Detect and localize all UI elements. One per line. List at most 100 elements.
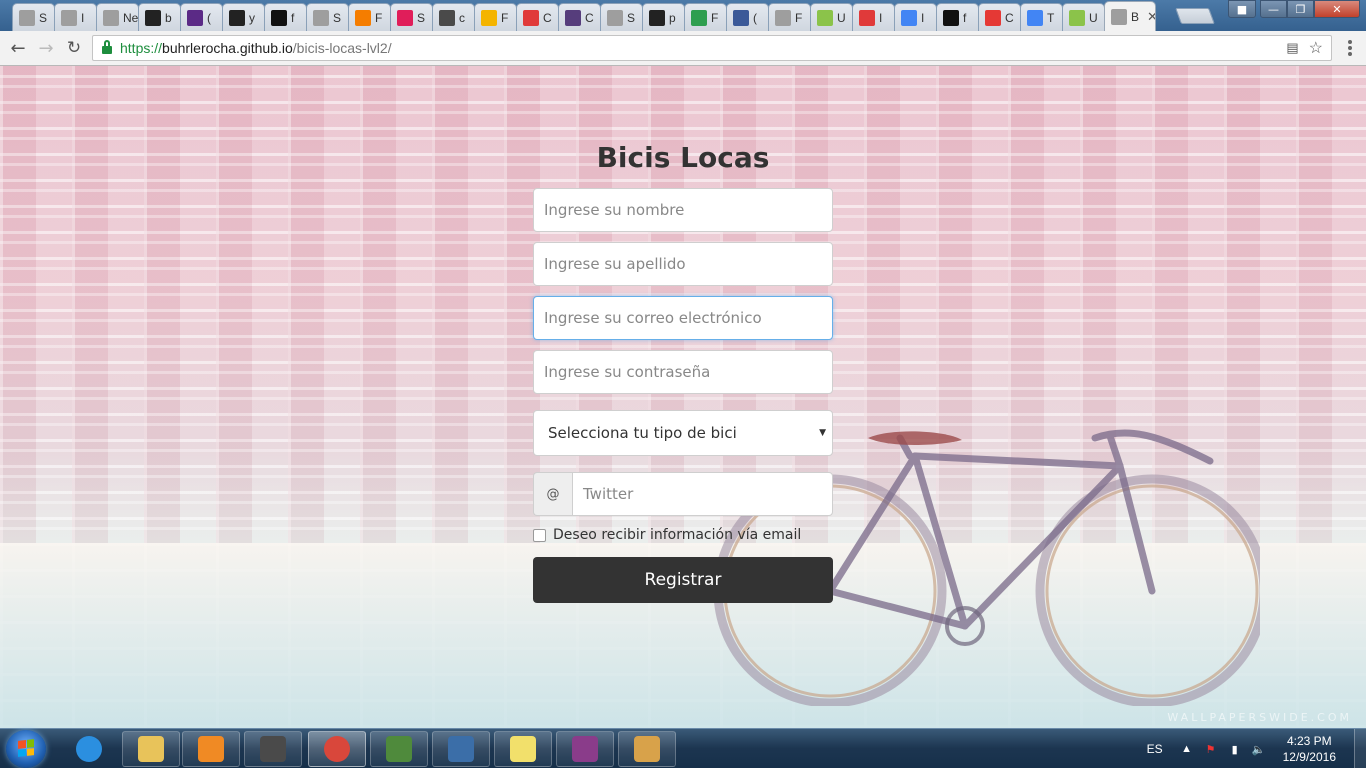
tab-title: C [543,10,552,25]
translate-icon[interactable]: ▤ [1286,40,1298,56]
start-button[interactable] [6,730,46,768]
clock[interactable]: 4:23 PM 12/9/2016 [1283,733,1336,765]
browser-tab[interactable]: ( [726,3,769,31]
browser-tab[interactable]: S [390,3,433,31]
taskbar-app-button[interactable] [556,731,614,767]
wallpaper-watermark: WALLPAPERSWIDE.COM [1167,711,1352,724]
browser-tab[interactable]: F [474,3,517,31]
browser-tab[interactable]: T [1020,3,1063,31]
browser-tab-strip: SINewb(yfSFScFCCSpF(FUIIfCTUB✕ ■ — ❐ ✕ [0,0,1366,31]
browser-tab[interactable]: S [600,3,643,31]
github-icon [649,9,665,26]
browser-tab[interactable]: New [96,3,139,31]
browser-tab[interactable]: S [12,3,55,31]
browser-tab[interactable]: C [558,3,601,31]
browser-tab[interactable]: b [138,3,181,31]
tab-title: y [249,10,255,25]
browser-tab[interactable]: F [684,3,727,31]
tab-title: S [333,10,342,25]
star-bookmark-icon[interactable]: ☆ [1309,38,1323,58]
facebook-icon [733,9,749,26]
flag-icon [943,9,959,26]
chrome-menu-icon[interactable] [1342,38,1358,58]
email-optin-checkbox[interactable] [533,528,546,542]
email-input[interactable]: Ingrese su correo electrónico [533,296,833,340]
language-indicator[interactable]: ES [1147,742,1163,756]
translate-icon [1027,9,1043,26]
browser-tab[interactable]: U [810,3,853,31]
browser-tab[interactable]: U [1062,3,1105,31]
registration-form: Bicis Locas Ingrese su nombre Ingrese su… [533,138,833,603]
show-desktop-button[interactable] [1354,729,1366,768]
browser-tab[interactable]: f [936,3,979,31]
name-input[interactable]: Ingrese su nombre [533,188,833,232]
power-icon[interactable]: ▮ [1227,742,1243,756]
git-gui-icon [448,736,474,762]
taskbar-app-button[interactable] [370,731,428,767]
browser-tab[interactable]: C [516,3,559,31]
tab-title: S [627,10,636,25]
email-optin-label[interactable]: Deseo recibir información vía email [553,527,801,543]
taskbar-app-button[interactable] [432,731,490,767]
lastname-input[interactable]: Ingrese su apellido [533,242,833,286]
tab-title: f [291,10,295,25]
address-bar[interactable]: https://buhrlerocha.github.io/bicis-loca… [92,35,1332,61]
taskbar-app-button[interactable] [308,731,366,767]
user-profile-icon[interactable]: ■ [1228,0,1256,18]
new-tab-button[interactable] [1175,8,1215,24]
browser-tab[interactable]: I [894,3,937,31]
e-icon [817,9,833,26]
windows-logo-icon [18,739,34,757]
tab-title: F [375,10,383,25]
volume-icon[interactable]: 🔈 [1251,742,1267,756]
taskbar-app-button[interactable] [494,731,552,767]
browser-tab[interactable]: F [768,3,811,31]
tab-title: ( [753,10,757,25]
close-window-button[interactable]: ✕ [1314,0,1360,18]
back-arrow-icon[interactable]: ← [6,37,30,59]
browser-tab[interactable]: ( [180,3,223,31]
taskbar-app-button[interactable] [244,731,302,767]
tab-close-icon[interactable]: ✕ [1147,9,1155,25]
browser-tab[interactable]: C [978,3,1021,31]
browser-tab[interactable]: B✕ [1104,1,1156,31]
action-center-flag-icon[interactable]: ⚑ [1203,742,1219,756]
twitter-input[interactable]: Twitter [572,472,833,516]
tab-title: S [417,10,426,25]
tab-title: I [879,10,883,25]
bike-type-select[interactable]: Selecciona tu tipo de bici ▼ [533,410,833,456]
browser-tab[interactable]: S [306,3,349,31]
bootstrap-icon [565,9,581,26]
browser-tab[interactable]: I [852,3,895,31]
browser-tab[interactable]: F [348,3,391,31]
taskbar-app-button[interactable] [618,731,676,767]
page-icon [775,9,791,26]
maximize-button[interactable]: ❐ [1287,0,1314,18]
tab-title: I [921,10,925,25]
browser-tab[interactable]: y [222,3,265,31]
browser-tab[interactable]: p [642,3,685,31]
media-player-icon [198,736,224,762]
email-optin-row: Deseo recibir información vía email [533,526,833,544]
git-icon [386,736,412,762]
clock-time: 4:23 PM [1286,734,1332,748]
minimize-button[interactable]: — [1260,0,1287,18]
sublime-text-icon [260,736,286,762]
register-button[interactable]: Registrar [533,557,833,603]
forward-arrow-icon[interactable]: → [34,37,58,59]
taskbar-app-button[interactable] [122,731,180,767]
chevron-down-icon: ▼ [819,428,826,438]
tab-title: C [585,10,594,25]
browser-tab[interactable]: f [264,3,307,31]
password-input[interactable]: Ingrese su contraseña [533,350,833,394]
taskbar-app-button[interactable] [60,731,118,767]
note-icon [481,9,497,26]
browser-tab[interactable]: c [432,3,475,31]
flag-icon [271,9,287,26]
browser-tab[interactable]: I [54,3,97,31]
m-icon [523,9,539,26]
reload-icon[interactable]: ↻ [62,37,86,59]
tab-title: p [669,10,676,25]
show-hidden-icons-icon[interactable]: ▲ [1179,742,1195,756]
taskbar-app-button[interactable] [182,731,240,767]
